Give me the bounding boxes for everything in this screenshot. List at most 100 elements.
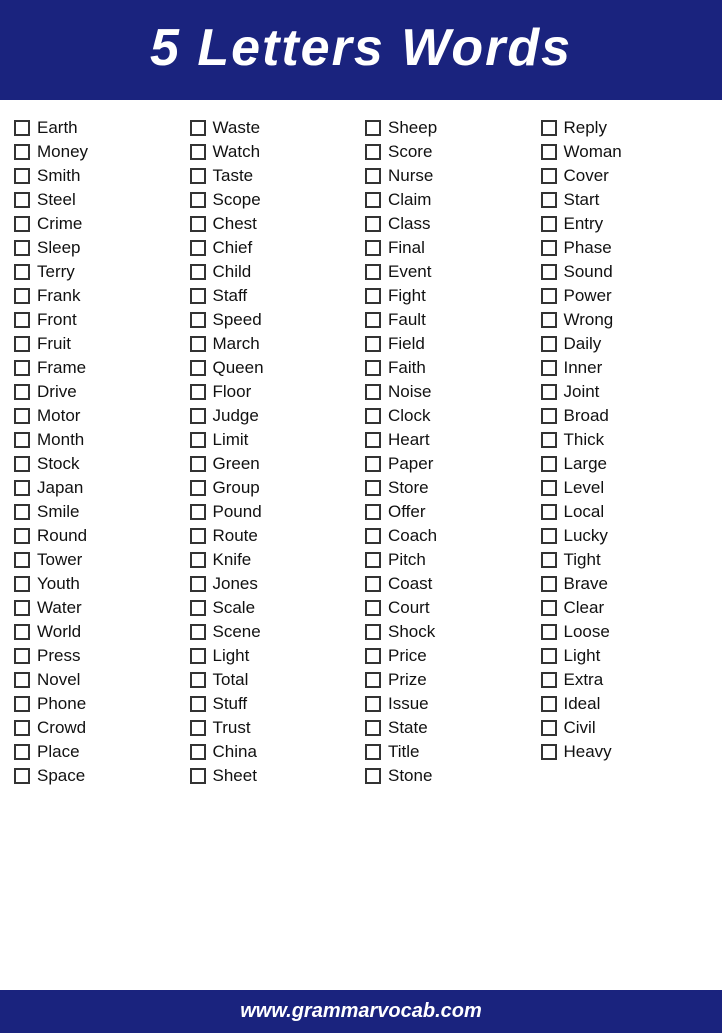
word-item[interactable]: Title <box>361 740 537 764</box>
checkbox-icon[interactable] <box>541 336 557 352</box>
checkbox-icon[interactable] <box>14 240 30 256</box>
checkbox-icon[interactable] <box>541 432 557 448</box>
checkbox-icon[interactable] <box>190 264 206 280</box>
checkbox-icon[interactable] <box>14 288 30 304</box>
word-item[interactable]: Smile <box>10 500 186 524</box>
word-item[interactable]: Sleep <box>10 236 186 260</box>
word-item[interactable]: Claim <box>361 188 537 212</box>
checkbox-icon[interactable] <box>541 480 557 496</box>
checkbox-icon[interactable] <box>190 240 206 256</box>
word-item[interactable]: Press <box>10 644 186 668</box>
word-item[interactable]: Store <box>361 476 537 500</box>
checkbox-icon[interactable] <box>190 504 206 520</box>
checkbox-icon[interactable] <box>365 432 381 448</box>
word-item[interactable]: Local <box>537 500 713 524</box>
word-item[interactable]: Staff <box>186 284 362 308</box>
word-item[interactable]: Fight <box>361 284 537 308</box>
checkbox-icon[interactable] <box>541 456 557 472</box>
word-item[interactable]: Brave <box>537 572 713 596</box>
checkbox-icon[interactable] <box>365 192 381 208</box>
checkbox-icon[interactable] <box>541 384 557 400</box>
word-item[interactable]: Ideal <box>537 692 713 716</box>
word-item[interactable]: Clear <box>537 596 713 620</box>
checkbox-icon[interactable] <box>541 264 557 280</box>
checkbox-icon[interactable] <box>14 480 30 496</box>
checkbox-icon[interactable] <box>190 696 206 712</box>
checkbox-icon[interactable] <box>14 624 30 640</box>
word-item[interactable]: Prize <box>361 668 537 692</box>
checkbox-icon[interactable] <box>541 288 557 304</box>
word-item[interactable]: Noise <box>361 380 537 404</box>
checkbox-icon[interactable] <box>365 768 381 784</box>
word-item[interactable]: Taste <box>186 164 362 188</box>
word-item[interactable]: Place <box>10 740 186 764</box>
word-item[interactable]: Group <box>186 476 362 500</box>
checkbox-icon[interactable] <box>190 408 206 424</box>
checkbox-icon[interactable] <box>365 504 381 520</box>
checkbox-icon[interactable] <box>190 192 206 208</box>
word-item[interactable]: Route <box>186 524 362 548</box>
word-item[interactable]: Paper <box>361 452 537 476</box>
checkbox-icon[interactable] <box>541 360 557 376</box>
checkbox-icon[interactable] <box>541 144 557 160</box>
word-item[interactable]: Heavy <box>537 740 713 764</box>
word-item[interactable]: Price <box>361 644 537 668</box>
checkbox-icon[interactable] <box>14 504 30 520</box>
checkbox-icon[interactable] <box>365 744 381 760</box>
checkbox-icon[interactable] <box>541 552 557 568</box>
word-item[interactable]: Tower <box>10 548 186 572</box>
checkbox-icon[interactable] <box>190 480 206 496</box>
checkbox-icon[interactable] <box>365 480 381 496</box>
word-item[interactable]: Japan <box>10 476 186 500</box>
checkbox-icon[interactable] <box>14 312 30 328</box>
word-item[interactable]: Issue <box>361 692 537 716</box>
word-item[interactable]: Pitch <box>361 548 537 572</box>
checkbox-icon[interactable] <box>190 384 206 400</box>
checkbox-icon[interactable] <box>541 240 557 256</box>
checkbox-icon[interactable] <box>365 312 381 328</box>
checkbox-icon[interactable] <box>190 216 206 232</box>
checkbox-icon[interactable] <box>14 600 30 616</box>
word-item[interactable]: Total <box>186 668 362 692</box>
word-item[interactable] <box>537 764 713 768</box>
word-item[interactable]: Reply <box>537 116 713 140</box>
word-item[interactable]: Round <box>10 524 186 548</box>
checkbox-icon[interactable] <box>190 576 206 592</box>
word-item[interactable]: Class <box>361 212 537 236</box>
word-item[interactable]: Pound <box>186 500 362 524</box>
word-item[interactable]: Crowd <box>10 716 186 740</box>
checkbox-icon[interactable] <box>365 552 381 568</box>
word-item[interactable]: Coast <box>361 572 537 596</box>
word-item[interactable]: World <box>10 620 186 644</box>
word-item[interactable]: Joint <box>537 380 713 404</box>
word-item[interactable]: Chest <box>186 212 362 236</box>
word-item[interactable]: Frank <box>10 284 186 308</box>
word-item[interactable]: Speed <box>186 308 362 332</box>
checkbox-icon[interactable] <box>190 168 206 184</box>
word-item[interactable]: Lucky <box>537 524 713 548</box>
word-item[interactable]: State <box>361 716 537 740</box>
checkbox-icon[interactable] <box>14 744 30 760</box>
word-item[interactable]: Inner <box>537 356 713 380</box>
word-item[interactable]: Tight <box>537 548 713 572</box>
word-item[interactable]: March <box>186 332 362 356</box>
checkbox-icon[interactable] <box>365 144 381 160</box>
checkbox-icon[interactable] <box>190 288 206 304</box>
checkbox-icon[interactable] <box>541 696 557 712</box>
checkbox-icon[interactable] <box>365 576 381 592</box>
word-item[interactable]: Child <box>186 260 362 284</box>
word-item[interactable]: Light <box>186 644 362 668</box>
checkbox-icon[interactable] <box>190 600 206 616</box>
checkbox-icon[interactable] <box>190 120 206 136</box>
checkbox-icon[interactable] <box>541 576 557 592</box>
word-item[interactable]: Field <box>361 332 537 356</box>
word-item[interactable]: Loose <box>537 620 713 644</box>
checkbox-icon[interactable] <box>14 768 30 784</box>
word-item[interactable]: Heart <box>361 428 537 452</box>
checkbox-icon[interactable] <box>365 384 381 400</box>
checkbox-icon[interactable] <box>365 288 381 304</box>
checkbox-icon[interactable] <box>541 720 557 736</box>
checkbox-icon[interactable] <box>541 528 557 544</box>
checkbox-icon[interactable] <box>541 192 557 208</box>
word-item[interactable]: Phone <box>10 692 186 716</box>
